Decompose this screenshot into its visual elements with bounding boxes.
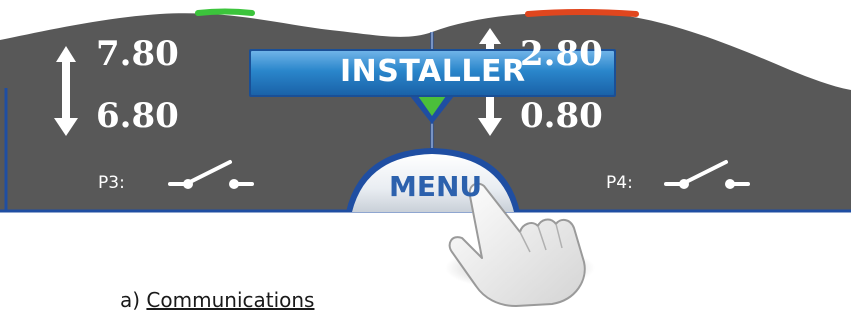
p4-port-label: P4: xyxy=(606,173,633,193)
menu-button-label[interactable]: MENU xyxy=(389,170,482,203)
caption-prefix: a) xyxy=(120,288,141,312)
right-high-setpoint: 2.80 xyxy=(520,34,603,74)
p3-port-label: P3: xyxy=(98,173,125,193)
right-low-setpoint: 0.80 xyxy=(520,96,603,136)
left-high-setpoint: 7.80 xyxy=(96,34,179,74)
left-low-setpoint: 6.80 xyxy=(96,96,179,136)
installer-button-label[interactable]: INSTALLER xyxy=(340,54,526,89)
right-status-indicator xyxy=(525,9,639,17)
caption-communications-link[interactable]: Communications xyxy=(146,288,314,312)
device-screen: 7.80 6.80 2.80 0.80 P3: P4: INSTALLER ME… xyxy=(0,0,851,318)
left-status-indicator xyxy=(195,8,255,16)
figure-caption: a) Communications xyxy=(120,288,314,312)
